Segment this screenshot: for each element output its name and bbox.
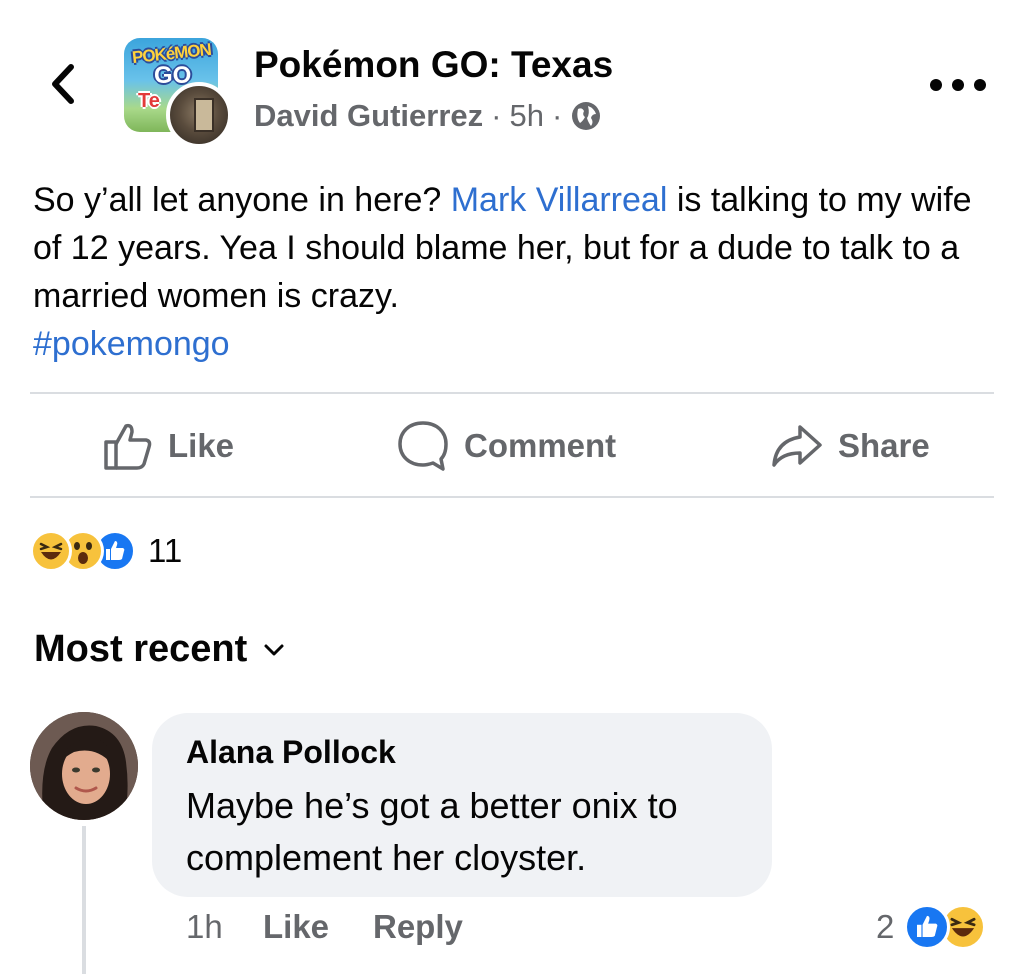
avatar-photo — [30, 712, 138, 820]
share-button[interactable]: Share — [770, 420, 930, 472]
avatar-photo-detail — [194, 98, 214, 132]
comment-reaction-count[interactable]: 2 — [876, 908, 894, 946]
commenter-avatar[interactable] — [30, 712, 138, 820]
comment-reactions[interactable] — [904, 904, 986, 950]
comment-button[interactable]: Comment — [396, 420, 616, 472]
group-name[interactable]: Pokémon GO: Texas — [254, 44, 613, 86]
reaction-count: 11 — [148, 532, 183, 569]
more-horizontal-icon — [930, 79, 942, 91]
comment-like-button[interactable]: Like — [263, 908, 329, 946]
comment-label: Comment — [464, 427, 617, 464]
more-horizontal-icon — [952, 79, 964, 91]
commenter-name[interactable]: Alana Pollock — [186, 734, 396, 771]
more-horizontal-icon — [974, 79, 986, 91]
share-label: Share — [838, 427, 930, 464]
thread-line — [82, 826, 86, 974]
like-reaction-icon — [904, 904, 950, 950]
hashtag-link[interactable]: #pokemongo — [33, 325, 230, 363]
comment-text: Maybe he’s got a better onix to compleme… — [186, 785, 678, 878]
comment-sort-dropdown[interactable]: Most recent — [34, 628, 285, 671]
comment-time[interactable]: 1h — [186, 908, 223, 946]
post-text: So y’all let anyone in here? — [33, 181, 451, 219]
mention-link[interactable]: Mark Villarreal — [451, 181, 668, 219]
like-button[interactable]: Like — [102, 420, 234, 472]
author-name[interactable]: David Gutierrez — [254, 98, 483, 134]
author-avatar[interactable] — [166, 82, 232, 148]
like-label: Like — [168, 427, 235, 464]
reactions-summary[interactable]: 11 — [30, 530, 182, 572]
haha-emoji-icon — [30, 530, 72, 572]
thumbs-up-icon — [104, 423, 152, 470]
chevron-left-icon — [52, 64, 74, 104]
chevron-down-icon — [264, 644, 284, 655]
post-meta: David Gutierrez · 5h · — [254, 98, 602, 134]
back-button[interactable] — [38, 58, 86, 110]
post-body: So y’all let anyone in here? Mark Villar… — [33, 176, 1003, 368]
divider — [30, 392, 994, 394]
meta-separator: · — [551, 98, 563, 133]
comment-bubble-icon — [398, 421, 448, 471]
meta-separator: · — [491, 98, 502, 133]
group-logo-text: Te — [138, 90, 160, 112]
sort-label: Most recent — [34, 628, 248, 670]
share-arrow-icon — [772, 425, 822, 467]
post-time[interactable]: 5h — [509, 98, 543, 134]
comment-reply-button[interactable]: Reply — [373, 908, 463, 946]
more-options-button[interactable] — [930, 70, 986, 100]
divider — [30, 496, 994, 498]
globe-icon — [572, 102, 601, 130]
